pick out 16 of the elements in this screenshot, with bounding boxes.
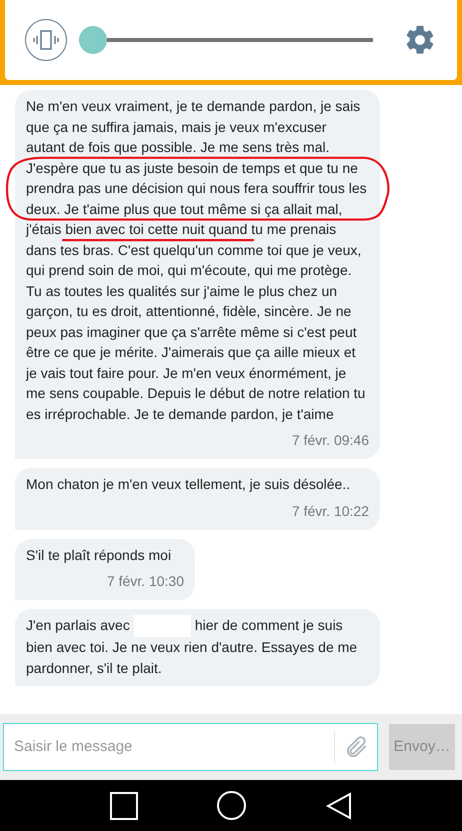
message-time: 7 févr. 10:30 — [106, 572, 184, 591]
send-button[interactable]: Envoy… — [389, 724, 455, 770]
vibrate-icon — [32, 28, 60, 52]
message-text: J'en parlais avec hier de comment je suis bien avec toi. Je ne veux rien d'autre. Essayes de me pardonner, s'il te plait. — [26, 615, 358, 678]
input-frame[interactable]: Saisir le message — [3, 723, 378, 771]
recents-icon[interactable] — [110, 792, 138, 820]
slider-thumb[interactable] — [79, 26, 107, 54]
message-text: Ne m'en veux vraiment, je te demande pardon, je sais que ça ne suffira jamais, mais je veux m'excuser autant de fois que possible. Je me sens très mal. J'espère que tu as juste besoin de temps et que tu ne prendra pas une décision qui nous fera souffrir tous les deux. Je t'aime plus que tout même si ça allait mal, j'étais bien avec toi cette nuit quand tu me prenais dans tes bras. C'est quelqu'un comme toi que je veux, qui prend soin de moi, qui m'écoute, qui me protège. Tu as toutes les qualités sur j'aime le plus chez un garçon, tu es droit, attentionné, fidèle, sincère. Je ne peux pas imaginer que ça s'arrête même si c'est peut être ce que je mérite. J'aimerais que ça aille mieux et je vais tout faire pour. Je m'en veux énormément, je me sens coupable. Depuis le début de notre relation tu es irréprochable. Je te demande pardon, je t'aime — [26, 97, 368, 424]
message-time: 7 févr. 09:46 — [292, 431, 369, 450]
message-text: Mon chaton je m'en veux tellement, je suis désolée.. — [26, 475, 352, 494]
back-icon[interactable] — [326, 792, 352, 820]
message-text: S'il te plaît réponds moi — [26, 546, 172, 565]
message-field[interactable]: Saisir le message — [14, 736, 326, 758]
message-time: 7 févr. 10:22 — [292, 502, 369, 520]
home-icon[interactable] — [217, 791, 246, 820]
vibrate-button[interactable] — [25, 19, 67, 61]
